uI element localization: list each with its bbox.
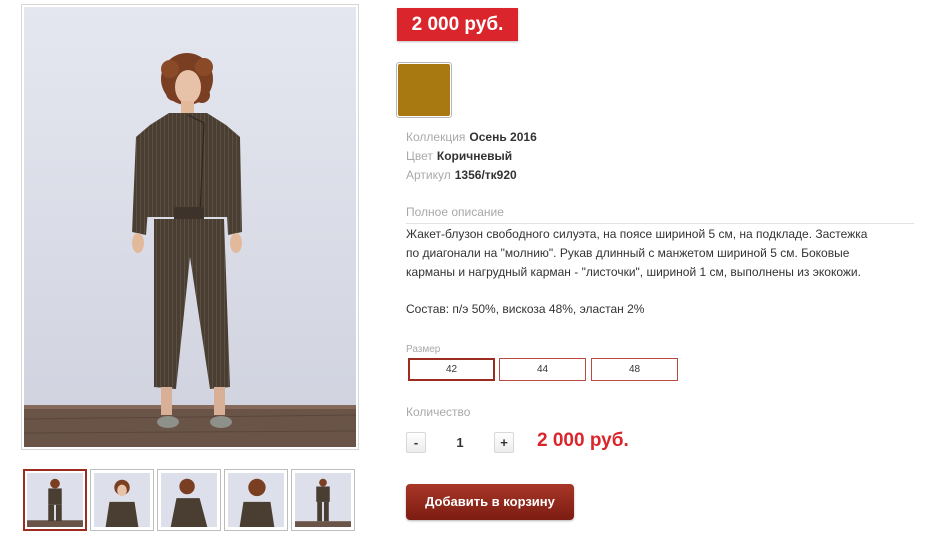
- color-swatch-fill: [398, 64, 450, 116]
- thumbnail-2[interactable]: [90, 469, 154, 531]
- quantity-value[interactable]: 1: [440, 432, 480, 453]
- quantity-decrease-button[interactable]: -: [406, 432, 426, 453]
- product-attributes: Коллекция Осень 2016 Цвет Коричневый Артик…: [406, 128, 537, 185]
- attribute-label: Цвет: [406, 149, 433, 163]
- main-product-photo: [21, 4, 359, 450]
- add-to-cart-button[interactable]: Добавить в корзину: [406, 484, 574, 520]
- description-line: Жакет-блузон свободного силуэта, на пояс…: [406, 227, 868, 241]
- attribute-value: Коричневый: [436, 149, 513, 163]
- model-photo-image: [24, 7, 356, 447]
- attribute-label: Коллекция: [406, 130, 466, 144]
- thumbnail-image: [94, 473, 150, 527]
- description-title: Полное описание: [406, 205, 504, 219]
- attribute-color: Цвет Коричневый: [406, 147, 537, 166]
- thumbnail-image: [161, 473, 217, 527]
- description-text: Жакет-блузон свободного силуэта, на пояс…: [406, 225, 916, 282]
- total-price: 2 000 руб.: [537, 430, 629, 451]
- attribute-collection: Коллекция Осень 2016: [406, 128, 537, 147]
- attribute-value: 1356/тк920: [454, 168, 517, 182]
- price-badge: 2 000 руб.: [397, 8, 518, 41]
- attribute-article: Артикул 1356/тк920: [406, 166, 537, 185]
- thumbnail-1[interactable]: [23, 469, 87, 531]
- description-divider: [406, 223, 914, 224]
- attribute-value: Осень 2016: [469, 130, 537, 144]
- thumbnail-3[interactable]: [157, 469, 221, 531]
- attribute-label: Артикул: [406, 168, 451, 182]
- size-option-44[interactable]: 44: [499, 358, 586, 381]
- description-line: по диагонали на "молнию". Рукав длинный …: [406, 246, 850, 260]
- composition-text: Состав: п/э 50%, вискоза 48%, эластан 2%: [406, 302, 645, 316]
- thumbnail-image: [27, 473, 83, 527]
- description-line: карманы и нагрудный карман - "листочки",…: [406, 265, 861, 279]
- size-label: Размер: [406, 344, 441, 355]
- size-option-48[interactable]: 48: [591, 358, 678, 381]
- thumbnail-4[interactable]: [224, 469, 288, 531]
- quantity-label: Количество: [406, 405, 471, 419]
- thumbnail-5[interactable]: [291, 469, 355, 531]
- color-swatch[interactable]: [396, 62, 452, 118]
- quantity-increase-button[interactable]: +: [494, 432, 514, 453]
- thumbnail-image: [295, 473, 351, 527]
- size-option-42[interactable]: 42: [408, 358, 495, 381]
- thumbnail-image: [228, 473, 284, 527]
